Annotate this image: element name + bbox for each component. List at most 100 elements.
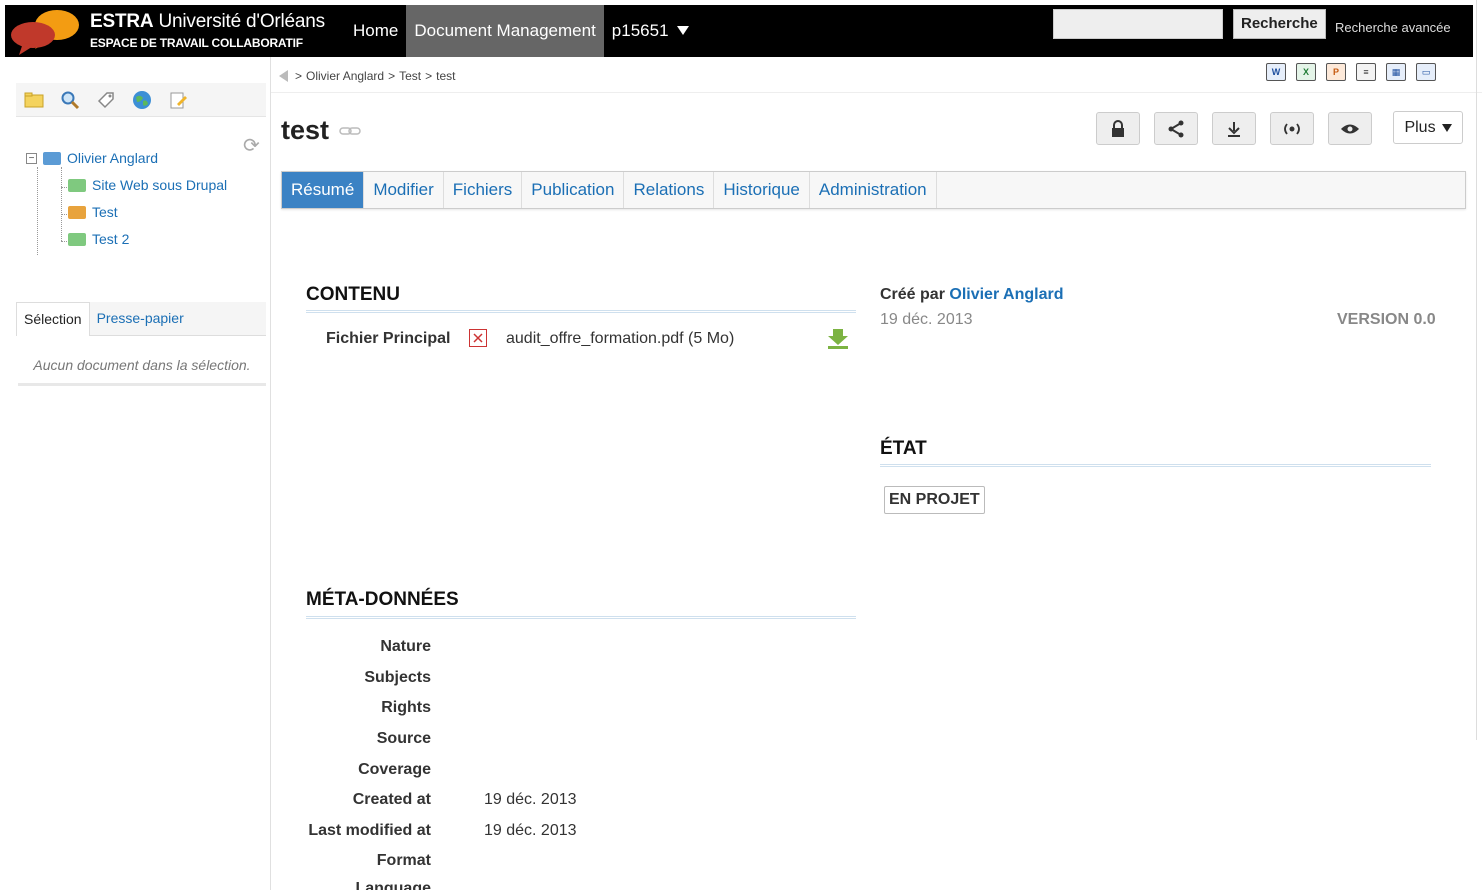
logo-title: ESTRA Université d'Orléans bbox=[90, 11, 325, 32]
download-file-icon[interactable] bbox=[827, 327, 849, 354]
document-actions bbox=[1096, 112, 1372, 145]
tree-item-label: Olivier Anglard bbox=[67, 150, 159, 166]
metadata-label: Subjects bbox=[364, 669, 431, 686]
subscribe-button[interactable] bbox=[1270, 112, 1314, 145]
broadcast-icon bbox=[1284, 122, 1300, 135]
section-divider bbox=[306, 616, 856, 619]
metadata-label: Format bbox=[376, 852, 431, 869]
tag-icon[interactable] bbox=[94, 88, 118, 112]
tab-administration[interactable]: Administration bbox=[810, 172, 937, 208]
logo-subtitle: ESPACE DE TRAVAIL COLLABORATIF bbox=[90, 36, 303, 50]
tab-files[interactable]: Fichiers bbox=[444, 172, 523, 208]
logo[interactable]: ESTRA Université d'Orléans ESPACE DE TRA… bbox=[5, 5, 345, 57]
section-divider bbox=[306, 310, 856, 313]
follow-button[interactable] bbox=[1328, 112, 1372, 145]
tree-item-site-web-drupal[interactable]: Site Web sous Drupal bbox=[68, 177, 227, 193]
main-file-label: Fichier Principal bbox=[326, 330, 451, 347]
download-button[interactable] bbox=[1212, 112, 1256, 145]
chevron-down-icon bbox=[1441, 123, 1452, 132]
breadcrumb-separator: > bbox=[425, 69, 433, 83]
folder-icon bbox=[43, 151, 61, 165]
tab-edit[interactable]: Modifier bbox=[364, 172, 444, 208]
share-icon bbox=[1168, 120, 1184, 137]
tab-publication[interactable]: Publication bbox=[522, 172, 625, 208]
breadcrumb-item[interactable]: Test bbox=[399, 69, 421, 83]
word-export-icon[interactable]: W bbox=[1266, 63, 1286, 81]
tab-clipboard[interactable]: Presse-papier bbox=[90, 302, 191, 336]
nav-home[interactable]: Home bbox=[345, 5, 406, 57]
created-by-label: Créé par bbox=[880, 286, 945, 303]
top-nav: Home Document Management p15651 bbox=[345, 5, 697, 57]
edit-document-icon[interactable] bbox=[166, 88, 190, 112]
metadata-value: 19 déc. 2013 bbox=[484, 822, 577, 839]
document-export-icon[interactable]: ≡ bbox=[1356, 63, 1376, 81]
nav-document-management[interactable]: Document Management bbox=[406, 5, 604, 57]
metadata-label: Nature bbox=[380, 638, 431, 655]
tree-item-test-2[interactable]: Test 2 bbox=[68, 231, 129, 247]
status-badge: EN PROJET bbox=[884, 486, 985, 514]
tree-connector bbox=[61, 167, 62, 241]
globe-icon[interactable] bbox=[130, 88, 154, 112]
created-date: 19 déc. 2013 bbox=[880, 311, 973, 328]
document-title: test bbox=[281, 115, 363, 146]
metadata-label: Last modified at bbox=[308, 822, 431, 839]
tree-item-test[interactable]: Test bbox=[68, 204, 118, 220]
top-bar: ESTRA Université d'Orléans ESPACE DE TRA… bbox=[5, 5, 1473, 57]
folder-icon bbox=[68, 205, 86, 219]
share-button[interactable] bbox=[1154, 112, 1198, 145]
user-menu-label: p15651 bbox=[611, 21, 669, 40]
document-tabs: Résumé Modifier Fichiers Publication Rel… bbox=[281, 171, 1466, 209]
created-by: Créé par Olivier Anglard bbox=[880, 286, 1063, 304]
section-divider bbox=[880, 464, 1431, 467]
created-by-user-link[interactable]: Olivier Anglard bbox=[949, 286, 1063, 303]
search-button[interactable]: Recherche bbox=[1233, 9, 1326, 39]
search-icon[interactable] bbox=[58, 88, 82, 112]
breadcrumb-separator: > bbox=[388, 69, 396, 83]
breadcrumb-item[interactable]: Olivier Anglard bbox=[306, 69, 384, 83]
pdf-icon bbox=[469, 329, 487, 347]
folder-icon bbox=[68, 232, 86, 246]
refresh-icon[interactable]: ⟳ bbox=[243, 133, 260, 158]
logo-speech-bubbles-icon bbox=[11, 10, 79, 55]
eye-icon bbox=[1341, 124, 1359, 133]
metadata-label: Language bbox=[355, 880, 431, 890]
tree-item-olivier-anglard[interactable]: − Olivier Anglard bbox=[26, 150, 158, 166]
tree-item-label: Test bbox=[92, 204, 118, 220]
metadata-value: 19 déc. 2013 bbox=[484, 791, 577, 808]
lock-button[interactable] bbox=[1096, 112, 1140, 145]
tab-history[interactable]: Historique bbox=[714, 172, 810, 208]
export-icons: W X P ≡ ▦ ▭ bbox=[1266, 63, 1436, 81]
presentation-export-icon[interactable]: ▭ bbox=[1416, 63, 1436, 81]
breadcrumb-bar: > Olivier Anglard > Test > test W X P ≡ … bbox=[271, 57, 1482, 93]
sidebar-toolbar bbox=[16, 83, 266, 117]
window-edge bbox=[1476, 0, 1477, 740]
advanced-search-link[interactable]: Recherche avancée bbox=[1335, 20, 1451, 35]
more-button[interactable]: Plus bbox=[1393, 111, 1463, 144]
metadata-heading: MÉTA-DONNÉES bbox=[306, 589, 459, 610]
permalink-icon[interactable] bbox=[339, 125, 363, 137]
selection-tabs: Sélection Presse-papier bbox=[16, 302, 266, 336]
search-input[interactable] bbox=[1053, 9, 1223, 39]
folder-icon bbox=[68, 178, 86, 192]
content-heading: CONTENU bbox=[306, 284, 400, 305]
excel-export-icon[interactable]: X bbox=[1296, 63, 1316, 81]
browse-folder-icon[interactable] bbox=[22, 88, 46, 112]
tab-relations[interactable]: Relations bbox=[624, 172, 715, 208]
back-arrow-icon[interactable] bbox=[279, 70, 288, 82]
selection-empty-message: Aucun document dans la sélection. bbox=[18, 357, 266, 386]
metadata-label: Source bbox=[376, 730, 431, 747]
metadata-label: Created at bbox=[352, 791, 431, 808]
nav-user-menu[interactable]: p15651 bbox=[604, 5, 697, 57]
breadcrumb: > Olivier Anglard > Test > test bbox=[279, 69, 455, 83]
collapse-icon[interactable]: − bbox=[26, 152, 37, 164]
breadcrumb-current: test bbox=[436, 69, 456, 83]
main-file-link[interactable]: audit_offre_formation.pdf (5 Mo) bbox=[506, 330, 734, 348]
tree-item-label: Site Web sous Drupal bbox=[92, 177, 228, 193]
spreadsheet-export-icon[interactable]: ▦ bbox=[1386, 63, 1406, 81]
tab-selection[interactable]: Sélection bbox=[16, 302, 90, 336]
tab-summary[interactable]: Résumé bbox=[282, 172, 365, 208]
tree-item-label: Test 2 bbox=[92, 231, 130, 247]
download-icon bbox=[1228, 121, 1240, 137]
powerpoint-export-icon[interactable]: P bbox=[1326, 63, 1346, 81]
metadata-label: Coverage bbox=[358, 761, 431, 778]
